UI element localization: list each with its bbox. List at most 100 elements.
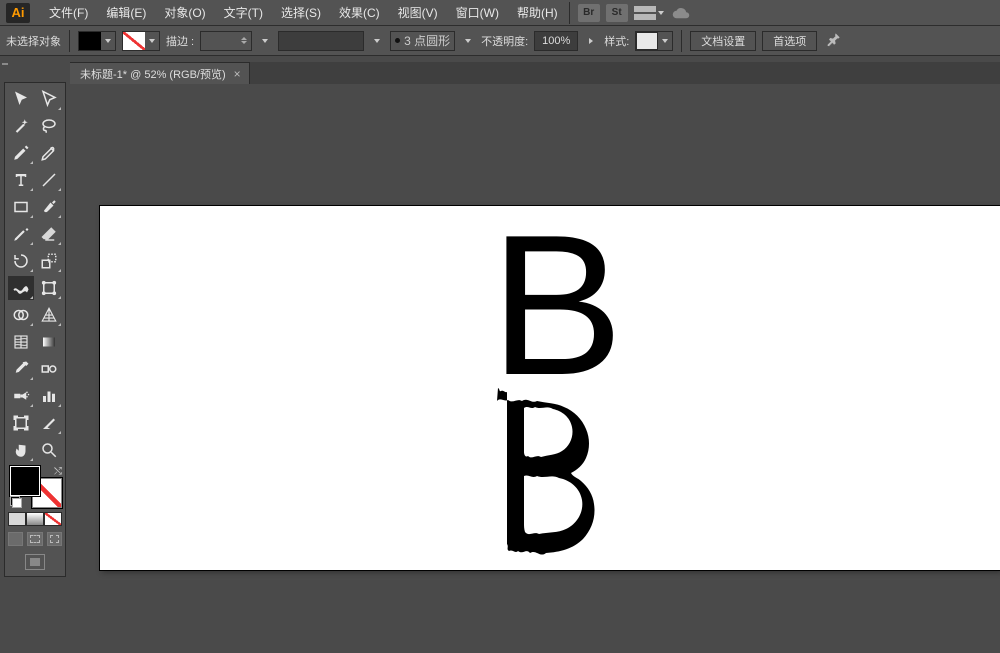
chevron-down-icon bbox=[101, 32, 115, 50]
chevron-down-icon bbox=[658, 32, 672, 50]
stroke-swatch bbox=[123, 32, 145, 50]
stroke-weight-dropdown[interactable] bbox=[258, 32, 272, 50]
brush-dot-icon bbox=[395, 38, 400, 43]
arrange-icon bbox=[634, 6, 656, 20]
menu-object[interactable]: 对象(O) bbox=[155, 0, 214, 25]
shape-builder-tool[interactable] bbox=[8, 303, 34, 327]
opacity-label: 不透明度: bbox=[481, 33, 528, 49]
column-graph-tool[interactable] bbox=[37, 384, 63, 408]
selection-status: 未选择对象 bbox=[6, 33, 61, 49]
rectangle-tool[interactable] bbox=[8, 195, 34, 219]
arrange-docs-button[interactable] bbox=[634, 6, 664, 20]
app-logo: Ai bbox=[6, 3, 30, 23]
menu-type[interactable]: 文字(T) bbox=[215, 0, 272, 25]
gradient-tool[interactable] bbox=[37, 330, 63, 354]
stroke-weight-input[interactable] bbox=[200, 31, 252, 51]
artboard-tool[interactable] bbox=[8, 411, 34, 435]
tab-title: 未标题-1* @ 52% (RGB/预览) bbox=[80, 66, 226, 82]
menu-effect[interactable]: 效果(C) bbox=[330, 0, 389, 25]
bridge-icon[interactable]: Br bbox=[578, 4, 600, 22]
artwork-letter-rough[interactable] bbox=[490, 386, 610, 556]
brush-name: 3 点圆形 bbox=[404, 32, 450, 49]
menu-window[interactable]: 窗口(W) bbox=[447, 0, 508, 25]
tab-document-1[interactable]: 未标题-1* @ 52% (RGB/预览) × bbox=[70, 62, 250, 84]
symbol-sprayer-tool[interactable] bbox=[8, 384, 34, 408]
perspective-grid-tool[interactable] bbox=[37, 303, 63, 327]
swap-fill-stroke-icon[interactable]: ⤭ bbox=[54, 466, 62, 477]
draw-inside[interactable] bbox=[47, 532, 62, 546]
color-mode-solid[interactable] bbox=[8, 512, 26, 526]
color-mode-row bbox=[8, 512, 62, 526]
divider bbox=[569, 2, 570, 24]
type-tool[interactable] bbox=[8, 168, 34, 192]
zoom-tool[interactable] bbox=[37, 438, 63, 462]
paintbrush-tool[interactable] bbox=[37, 195, 63, 219]
chevron-down-icon[interactable] bbox=[370, 32, 384, 50]
menu-view[interactable]: 视图(V) bbox=[389, 0, 447, 25]
mesh-tool[interactable] bbox=[8, 330, 34, 354]
eraser-tool[interactable] bbox=[37, 222, 63, 246]
width-tool[interactable] bbox=[8, 276, 34, 300]
menu-file[interactable]: 文件(F) bbox=[40, 0, 97, 25]
brush-definition-dropdown[interactable]: 3 点圆形 bbox=[390, 31, 455, 51]
canvas-viewport[interactable]: B bbox=[70, 84, 1000, 653]
tab-close-button[interactable]: × bbox=[234, 67, 241, 81]
stroke-swatch-button[interactable] bbox=[122, 31, 160, 51]
pen-tool[interactable] bbox=[8, 141, 34, 165]
preferences-button[interactable]: 首选项 bbox=[762, 31, 817, 51]
fill-swatch bbox=[79, 32, 101, 50]
lasso-tool[interactable] bbox=[37, 114, 63, 138]
menubar-right-group: Br St bbox=[578, 4, 692, 22]
hand-tool[interactable] bbox=[8, 438, 34, 462]
pencil-tool[interactable] bbox=[8, 222, 34, 246]
direct-selection-tool[interactable] bbox=[37, 87, 63, 111]
chevron-right-icon[interactable] bbox=[582, 34, 600, 48]
screen-mode-button[interactable] bbox=[25, 554, 45, 570]
menu-help[interactable]: 帮助(H) bbox=[508, 0, 567, 25]
spinner[interactable] bbox=[241, 37, 247, 44]
line-segment-tool[interactable] bbox=[37, 168, 63, 192]
artwork-letter-clean[interactable]: B bbox=[490, 224, 623, 388]
draw-normal[interactable] bbox=[8, 532, 23, 546]
panel-dock-grip[interactable] bbox=[0, 56, 10, 72]
magic-wand-tool[interactable] bbox=[8, 114, 34, 138]
style-swatch bbox=[636, 32, 658, 50]
scale-tool[interactable] bbox=[37, 249, 63, 273]
fill-color-box[interactable] bbox=[10, 466, 40, 496]
draw-behind[interactable] bbox=[27, 532, 42, 546]
menu-select[interactable]: 选择(S) bbox=[272, 0, 330, 25]
graphic-style-button[interactable] bbox=[635, 31, 673, 51]
pin-icon[interactable] bbox=[825, 32, 843, 50]
fill-swatch-button[interactable] bbox=[78, 31, 116, 51]
selection-tool[interactable] bbox=[8, 87, 34, 111]
tools-panel: ⤭ bbox=[4, 82, 66, 577]
control-bar: 未选择对象 描边 : 3 点圆形 不透明度: 100% 样式: 文档设置 首选项 bbox=[0, 26, 1000, 56]
opacity-input[interactable]: 100% bbox=[534, 31, 578, 51]
draw-mode-row bbox=[8, 532, 62, 546]
fill-stroke-indicator[interactable]: ⤭ bbox=[8, 466, 64, 508]
divider bbox=[681, 30, 682, 52]
sync-icon[interactable] bbox=[670, 4, 692, 22]
chevron-down-icon bbox=[145, 32, 159, 50]
chevron-down-icon[interactable] bbox=[461, 32, 475, 50]
free-transform-tool[interactable] bbox=[37, 276, 63, 300]
blend-tool[interactable] bbox=[37, 357, 63, 381]
color-mode-none[interactable] bbox=[44, 512, 62, 526]
stroke-profile-dropdown[interactable] bbox=[278, 31, 364, 51]
stroke-weight-label: 描边 : bbox=[166, 33, 194, 49]
style-label: 样式: bbox=[604, 33, 629, 49]
eyedropper-tool[interactable] bbox=[8, 357, 34, 381]
divider bbox=[69, 30, 70, 52]
document-tabs: 未标题-1* @ 52% (RGB/预览) × bbox=[70, 62, 250, 84]
color-mode-gradient[interactable] bbox=[26, 512, 44, 526]
menu-bar: Ai 文件(F) 编辑(E) 对象(O) 文字(T) 选择(S) 效果(C) 视… bbox=[0, 0, 1000, 26]
stock-icon[interactable]: St bbox=[606, 4, 628, 22]
rotate-tool[interactable] bbox=[8, 249, 34, 273]
document-setup-button[interactable]: 文档设置 bbox=[690, 31, 756, 51]
artboard[interactable]: B bbox=[100, 206, 1000, 570]
chevron-down-icon bbox=[658, 11, 664, 15]
default-fill-stroke-icon[interactable] bbox=[10, 496, 22, 508]
slice-tool[interactable] bbox=[37, 411, 63, 435]
curvature-tool[interactable] bbox=[37, 141, 63, 165]
menu-edit[interactable]: 编辑(E) bbox=[97, 0, 155, 25]
